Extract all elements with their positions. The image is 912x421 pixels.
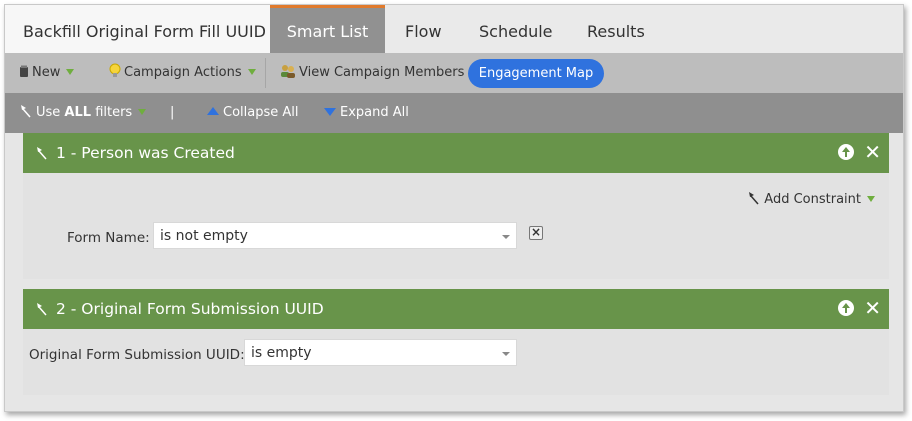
use-filters-dropdown[interactable]: Use ALL filters <box>19 93 147 135</box>
filter-title: 1 - Person was Created <box>56 144 235 162</box>
view-campaign-members-label: View Campaign Members <box>299 65 465 80</box>
filter-header-2[interactable]: 2 - Original Form Submission UUID ✕ <box>23 289 889 329</box>
chevron-down-icon <box>138 109 147 115</box>
tab-smart-list[interactable]: Smart List <box>270 5 385 53</box>
expand-all-button[interactable]: Expand All <box>324 93 409 133</box>
filter-bar: Use ALL filters | Collapse All Expand Al… <box>5 93 903 133</box>
dropdown-caret-icon <box>502 352 510 356</box>
engagement-map-button[interactable]: Engagement Map <box>468 59 604 88</box>
use-filters-suffix: filters <box>91 105 133 120</box>
filter-wand-icon <box>747 191 761 209</box>
move-up-icon[interactable] <box>838 300 855 316</box>
constraint-select[interactable]: is not empty <box>153 222 517 249</box>
new-menu-button[interactable]: New <box>19 53 75 95</box>
tab-bar: Backfill Original Form Fill UUID Smart L… <box>5 5 903 53</box>
campaign-window: Backfill Original Form Fill UUID Smart L… <box>4 4 904 412</box>
view-campaign-members-button[interactable]: View Campaign Members <box>280 53 464 93</box>
toolbar: New Campaign Actions View Campaign Membe… <box>5 53 903 93</box>
expand-triangle-icon <box>324 108 336 116</box>
campaign-title-tab[interactable]: Backfill Original Form Fill UUID <box>5 5 270 53</box>
collapse-all-label: Collapse All <box>223 105 299 120</box>
constraint-label: Form Name: <box>67 230 150 246</box>
campaign-actions-label: Campaign Actions <box>124 65 242 80</box>
dropdown-caret-icon <box>502 235 510 239</box>
close-icon[interactable]: ✕ <box>864 298 881 318</box>
filter-block-1: 1 - Person was Created ✕ Add Constraint … <box>23 133 889 279</box>
close-icon[interactable]: ✕ <box>864 142 881 162</box>
filter-wand-icon <box>35 291 49 331</box>
constraint-value: is not empty <box>160 228 248 244</box>
use-filters-prefix: Use <box>36 105 65 120</box>
filter-header-actions: ✕ <box>838 298 881 318</box>
add-constraint-label: Add Constraint <box>764 192 861 207</box>
expand-all-label: Expand All <box>340 105 409 120</box>
new-doc-icon <box>19 55 29 95</box>
chevron-down-icon <box>247 69 256 75</box>
constraint-value: is empty <box>251 345 312 361</box>
toolbar-divider <box>265 58 266 88</box>
move-up-icon[interactable] <box>838 144 855 160</box>
tab-results[interactable]: Results <box>567 5 665 53</box>
add-constraint-button[interactable]: Add Constraint <box>747 191 875 209</box>
filter-bar-separator: | <box>170 105 175 120</box>
constraint-label: Original Form Submission UUID: <box>29 347 245 363</box>
chevron-down-icon <box>867 196 875 202</box>
members-icon <box>280 55 296 95</box>
remove-constraint-icon[interactable]: × <box>529 226 543 240</box>
filter-header-actions: ✕ <box>838 142 881 162</box>
lightbulb-icon <box>109 55 121 95</box>
use-filters-mode: ALL <box>64 105 92 120</box>
campaign-actions-button[interactable]: Campaign Actions <box>109 53 256 93</box>
collapse-triangle-icon <box>207 107 219 115</box>
tab-schedule[interactable]: Schedule <box>459 5 573 53</box>
new-menu-label: New <box>32 65 61 80</box>
constraint-select[interactable]: is empty <box>244 339 517 366</box>
collapse-all-button[interactable]: Collapse All <box>207 93 299 133</box>
filter-block-2: 2 - Original Form Submission UUID ✕ Orig… <box>23 289 889 395</box>
filter-header-1[interactable]: 1 - Person was Created ✕ <box>23 133 889 173</box>
filter-wand-icon <box>19 95 33 135</box>
filter-wand-icon <box>35 135 49 175</box>
tab-flow[interactable]: Flow <box>385 5 462 53</box>
filter-title: 2 - Original Form Submission UUID <box>56 300 324 318</box>
chevron-down-icon <box>66 69 75 75</box>
